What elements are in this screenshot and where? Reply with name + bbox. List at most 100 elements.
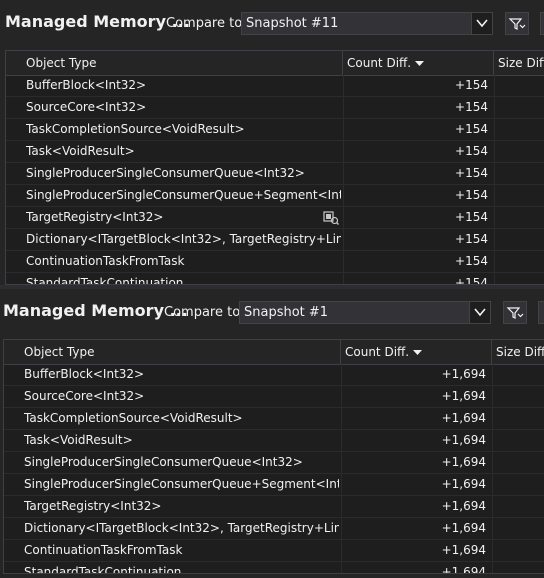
object-type-cell: ContinuationTaskFromTask (24, 543, 183, 557)
table-row[interactable]: StandardTaskContinuation +154 (6, 273, 544, 285)
size-diff-cell (494, 119, 544, 140)
grid-rows: BufferBlock<Int32> +1,694 SourceCore<Int32… (4, 364, 544, 574)
table-row[interactable]: SingleProducerSingleConsumerQueue+Segmen… (6, 185, 544, 207)
size-diff-cell (492, 496, 544, 517)
filter-icon (508, 18, 526, 30)
size-diff-cell (492, 430, 544, 451)
column-header-size-diff[interactable]: Size Diff. (492, 340, 544, 364)
grid-header: Object Type Count Diff. Size Diff. (4, 340, 544, 365)
size-diff-cell (492, 364, 544, 385)
size-diff-cell (494, 141, 544, 162)
compare-snapshot-value: Snapshot #11 (246, 16, 339, 31)
more-options-button[interactable] (538, 301, 544, 324)
grid-rows: BufferBlock<Int32> +154 SourceCore<Int32> +… (6, 75, 544, 285)
filter-button[interactable] (503, 301, 527, 324)
object-type-cell: Task<VoidResult> (24, 433, 133, 447)
size-diff-cell (492, 452, 544, 473)
sort-descending-icon (415, 61, 424, 66)
size-diff-cell (494, 273, 544, 284)
table-row[interactable]: SourceCore<Int32> +154 (6, 97, 544, 119)
chevron-down-icon[interactable] (469, 302, 490, 323)
compare-snapshot-value: Snapshot #1 (244, 305, 329, 320)
count-diff-cell: +1,694 (441, 477, 486, 491)
root-path-icon (323, 211, 339, 225)
count-diff-cell: +154 (455, 122, 488, 136)
count-diff-cell: +1,694 (441, 411, 486, 425)
column-header-object-type[interactable]: Object Type (6, 51, 343, 75)
table-row[interactable]: BufferBlock<Int32> +154 (6, 75, 544, 97)
object-type-cell: StandardTaskContinuation (24, 565, 182, 574)
compare-snapshot-dropdown[interactable]: Snapshot #11 (241, 12, 493, 35)
memory-diff-panel-1: Managed Memory ... Compare to: Snapshot … (0, 0, 544, 285)
count-diff-cell: +154 (455, 144, 488, 158)
object-type-cell: ContinuationTaskFromTask (26, 254, 185, 268)
compare-to-label: Compare to: (164, 305, 245, 320)
size-diff-cell (492, 474, 544, 495)
table-row[interactable]: BufferBlock<Int32> +1,694 (4, 364, 544, 386)
compare-snapshot-dropdown[interactable]: Snapshot #1 (239, 301, 491, 324)
size-diff-cell (492, 408, 544, 429)
table-row[interactable]: StandardTaskContinuation +1,694 (4, 562, 544, 574)
table-row[interactable]: SourceCore<Int32> +1,694 (4, 386, 544, 408)
table-row[interactable]: TargetRegistry<Int32> +154 (6, 207, 544, 229)
panel-title: Managed Memory ... (5, 12, 190, 31)
more-options-button[interactable] (540, 12, 544, 35)
count-diff-cell: +1,694 (441, 455, 486, 469)
sort-descending-icon (413, 350, 422, 355)
size-diff-cell (494, 251, 544, 272)
count-diff-cell: +1,694 (441, 389, 486, 403)
size-diff-cell (494, 163, 544, 184)
count-diff-cell: +154 (455, 100, 488, 114)
count-diff-cell: +1,694 (441, 543, 486, 557)
table-row[interactable]: Task<VoidResult> +1,694 (4, 430, 544, 452)
count-diff-cell: +1,694 (441, 521, 486, 535)
table-row[interactable]: TargetRegistry<Int32> +1,694 (4, 496, 544, 518)
table-row[interactable]: SingleProducerSingleConsumerQueue+Segmen… (4, 474, 544, 496)
object-type-cell: TaskCompletionSource<VoidResult> (24, 411, 243, 425)
column-header-size-diff[interactable]: Size Diff. (494, 51, 544, 75)
table-row[interactable]: TaskCompletionSource<VoidResult> +154 (6, 119, 544, 141)
filter-button[interactable] (505, 12, 529, 35)
table-row[interactable]: TaskCompletionSource<VoidResult> +1,694 (4, 408, 544, 430)
count-diff-cell: +154 (455, 78, 488, 92)
object-type-cell: BufferBlock<Int32> (24, 367, 145, 381)
count-diff-cell: +1,694 (441, 433, 486, 447)
count-diff-cell: +154 (455, 254, 488, 268)
column-header-object-type[interactable]: Object Type (4, 340, 341, 364)
object-type-cell: StandardTaskContinuation (26, 276, 184, 285)
size-diff-cell (494, 229, 544, 250)
object-type-cell: SingleProducerSingleConsumerQueue<Int32> (26, 166, 305, 180)
object-type-cell: Task<VoidResult> (26, 144, 135, 158)
object-type-cell: SingleProducerSingleConsumerQueue<Int32> (24, 455, 303, 469)
table-row[interactable]: Dictionary<ITargetBlock<Int32>, TargetRe… (6, 229, 544, 251)
object-type-cell: Dictionary<ITargetBlock<Int32>, TargetRe… (26, 232, 341, 246)
table-row[interactable]: ContinuationTaskFromTask +154 (6, 251, 544, 273)
size-diff-cell (494, 75, 544, 96)
object-type-cell: TaskCompletionSource<VoidResult> (26, 122, 245, 136)
chevron-down-icon[interactable] (471, 13, 492, 34)
object-type-cell: TargetRegistry<Int32> (26, 210, 164, 224)
table-row[interactable]: SingleProducerSingleConsumerQueue<Int32>… (6, 163, 544, 185)
filter-icon (506, 307, 524, 319)
table-row[interactable]: Task<VoidResult> +154 (6, 141, 544, 163)
object-type-cell: Dictionary<ITargetBlock<Int32>, TargetRe… (24, 521, 339, 535)
object-type-cell: SingleProducerSingleConsumerQueue+Segmen… (24, 477, 339, 491)
table-row[interactable]: ContinuationTaskFromTask +1,694 (4, 540, 544, 562)
panel-header: Managed Memory ... Compare to: Snapshot … (0, 0, 544, 50)
object-type-grid[interactable]: Object Type Count Diff. Size Diff. Buffe… (5, 50, 544, 285)
object-type-grid[interactable]: Object Type Count Diff. Size Diff. Buffe… (3, 339, 544, 574)
count-diff-cell: +154 (455, 276, 488, 285)
panel-title: Managed Memory ... (3, 301, 188, 320)
count-diff-cell: +154 (455, 210, 488, 224)
size-diff-cell (494, 185, 544, 206)
table-row[interactable]: Dictionary<ITargetBlock<Int32>, TargetRe… (4, 518, 544, 540)
count-diff-cell: +154 (455, 166, 488, 180)
object-type-cell: BufferBlock<Int32> (26, 78, 147, 92)
size-diff-cell (494, 207, 544, 228)
count-diff-cell: +1,694 (441, 499, 486, 513)
memory-diff-panel-2: Managed Memory ... Compare to: Snapshot … (0, 289, 544, 574)
size-diff-cell (492, 562, 544, 573)
count-diff-cell: +1,694 (441, 367, 486, 381)
table-row[interactable]: SingleProducerSingleConsumerQueue<Int32>… (4, 452, 544, 474)
object-type-cell: TargetRegistry<Int32> (24, 499, 162, 513)
